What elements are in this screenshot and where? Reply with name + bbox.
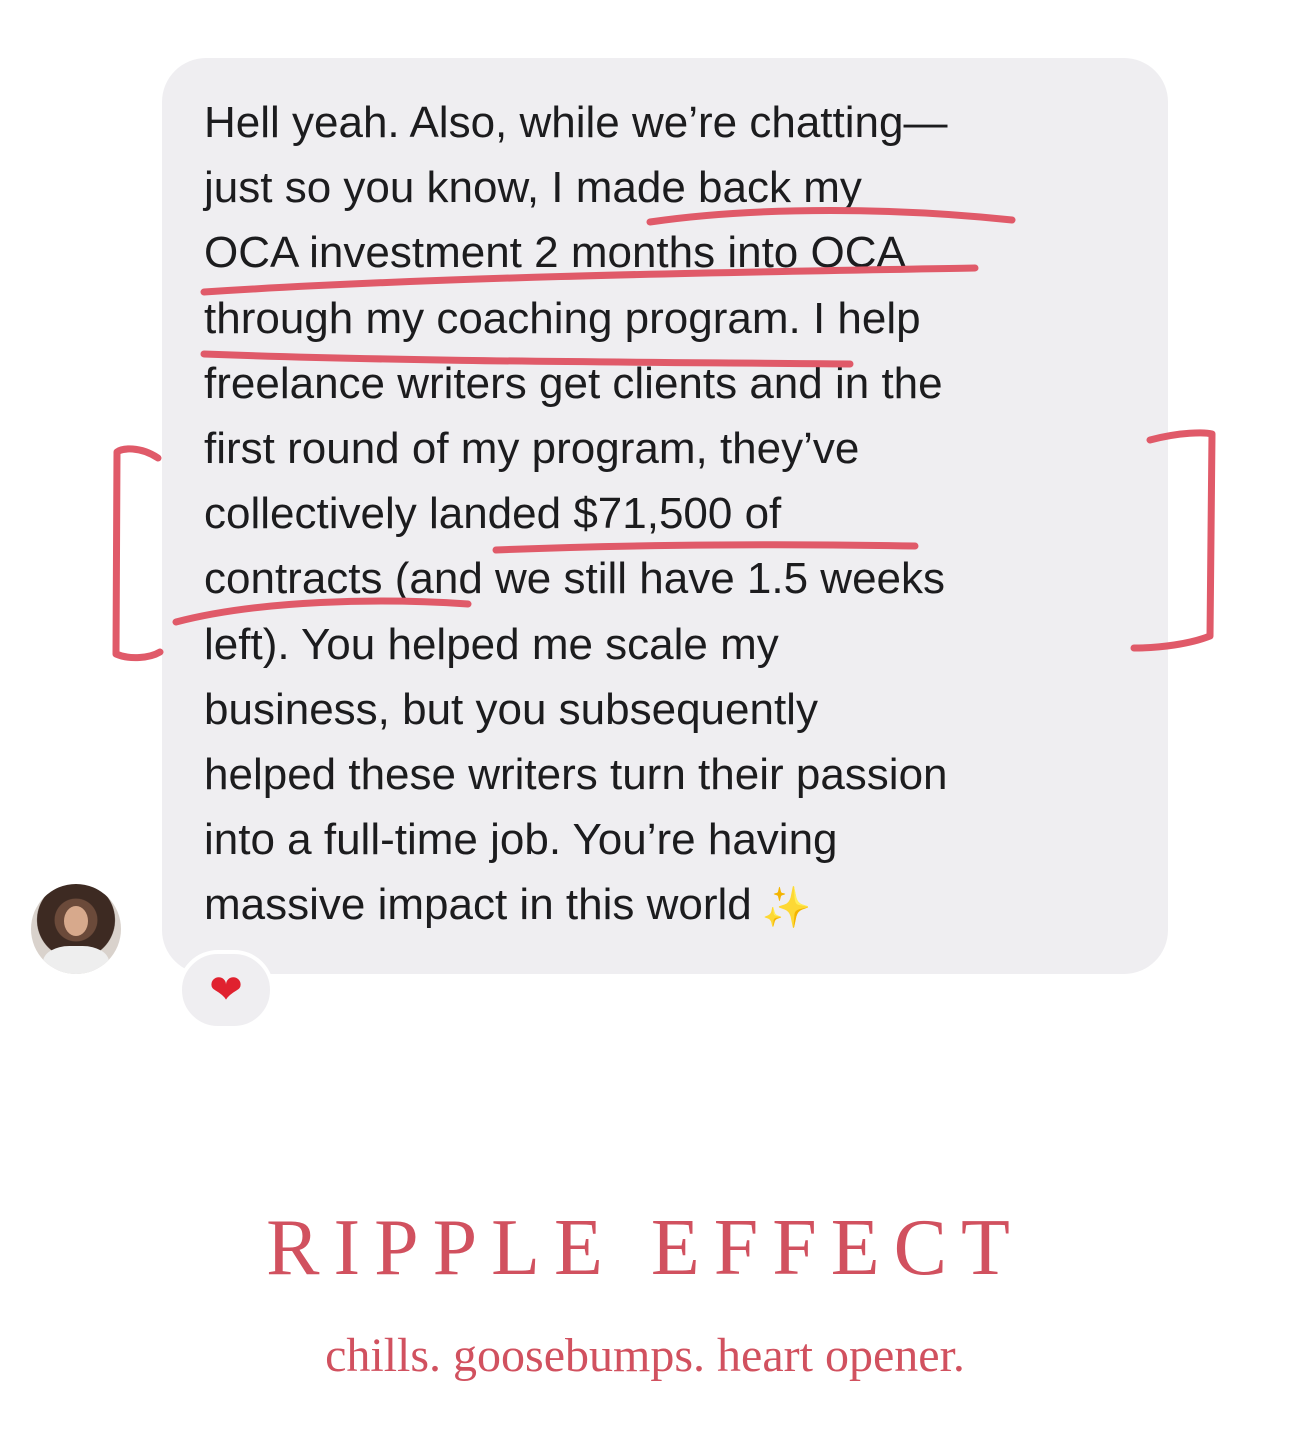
message-line: business, but you subsequently [204,684,818,734]
message-line: contracts (and we still have 1.5 weeks [204,554,946,604]
message-line: Hell yeah. Also, while we’re chatting— [204,98,948,147]
message-line: helped these writers turn their passion [204,749,948,799]
message-line-last: massive impact in this world ✨ [204,872,948,937]
avatar-shirt [43,946,109,974]
heart-reaction[interactable]: ❤ [178,950,274,1030]
sparkles-icon: ✨ [761,886,812,931]
message-line: collectively landed $71,500 of [204,489,782,539]
caption-tagline: chills. goosebumps. heart opener. [325,1329,965,1382]
message-line: freelance writers get clients and in the [204,358,943,408]
message-line: into a full-time job. You’re having [204,815,838,865]
avatar-face [64,906,88,936]
message-line: just so you know, I made back my [204,163,862,213]
message-bubble[interactable]: Hell yeah. Also, while we’re chatting— j… [162,58,1168,974]
heart-icon: ❤ [209,968,243,1012]
caption-headline: RIPPLE EFFECT [266,1204,1024,1292]
message-line: first round of my program, they’ve [204,423,860,473]
left-bracket [112,445,164,662]
message-line: left). You helped me scale my [204,619,779,669]
message-line: through my coaching program. I help [204,293,921,343]
message-line-text: massive impact in this world [204,880,752,930]
message-text: Hell yeah. Also, while we’re chatting— j… [204,90,948,937]
sender-avatar[interactable] [31,884,121,974]
message-line: OCA investment 2 months into OCA [204,228,906,278]
